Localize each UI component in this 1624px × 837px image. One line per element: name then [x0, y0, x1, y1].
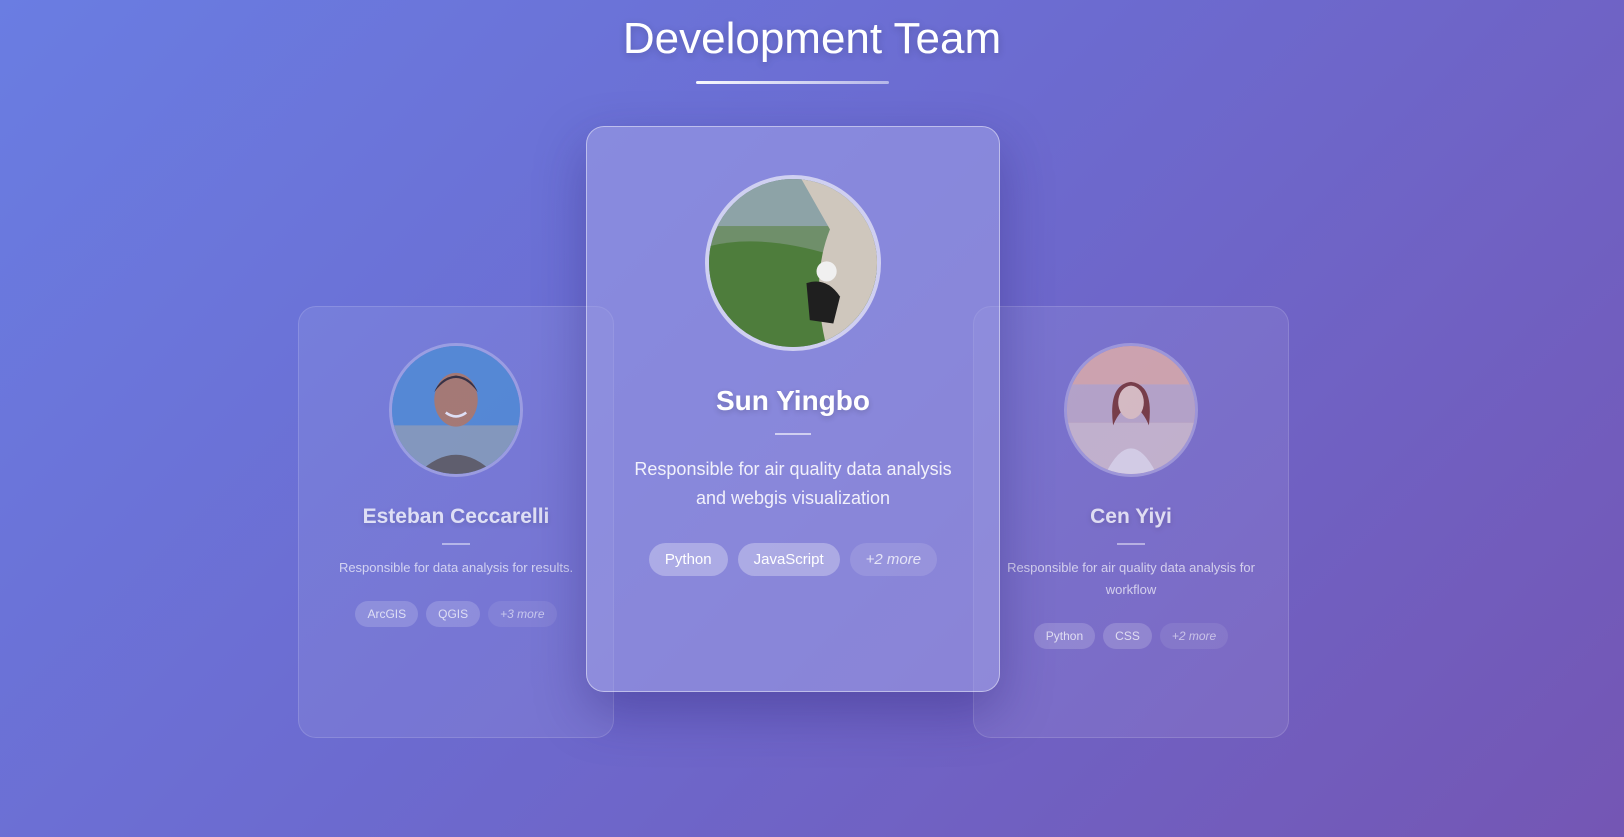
skill-tag: JavaScript — [737, 543, 840, 576]
skill-tags: Python CSS +2 more — [974, 623, 1288, 649]
page-title: Development Team — [622, 14, 1002, 63]
member-name: Esteban Ceccarelli — [362, 505, 550, 528]
more-skills-tag[interactable]: +2 more — [849, 543, 938, 576]
title-underline — [696, 81, 889, 84]
team-card-esteban[interactable]: Esteban Ceccarelli Responsible for data … — [298, 306, 614, 738]
more-skills-tag[interactable]: +3 more — [488, 601, 557, 627]
skill-tag: CSS — [1103, 623, 1152, 649]
skill-tags: ArcGIS QGIS +3 more — [299, 601, 613, 627]
skill-tag: ArcGIS — [355, 601, 419, 627]
avatar-sun — [705, 175, 881, 351]
team-card-cen[interactable]: Cen Yiyi Responsible for air quality dat… — [973, 306, 1289, 738]
skill-tag: Python — [1033, 623, 1096, 649]
skill-tags: Python JavaScript +2 more — [587, 543, 999, 576]
name-divider — [775, 433, 811, 435]
skill-tag: QGIS — [426, 601, 481, 627]
member-description: Responsible for air quality data analysi… — [1007, 560, 1255, 597]
skill-tag: Python — [648, 543, 728, 576]
avatar-esteban — [389, 343, 523, 477]
more-skills-tag[interactable]: +2 more — [1159, 623, 1229, 649]
member-name: Sun Yingbo — [716, 385, 870, 416]
member-description: Responsible for air quality data analysi… — [634, 459, 952, 508]
team-card-sun[interactable]: Sun Yingbo Responsible for air quality d… — [586, 126, 1000, 692]
member-name: Cen Yiyi — [1090, 505, 1172, 528]
name-divider — [1117, 543, 1145, 545]
member-description: Responsible for data analysis for result… — [338, 560, 574, 575]
avatar-cen — [1064, 343, 1198, 477]
name-divider — [442, 543, 470, 545]
